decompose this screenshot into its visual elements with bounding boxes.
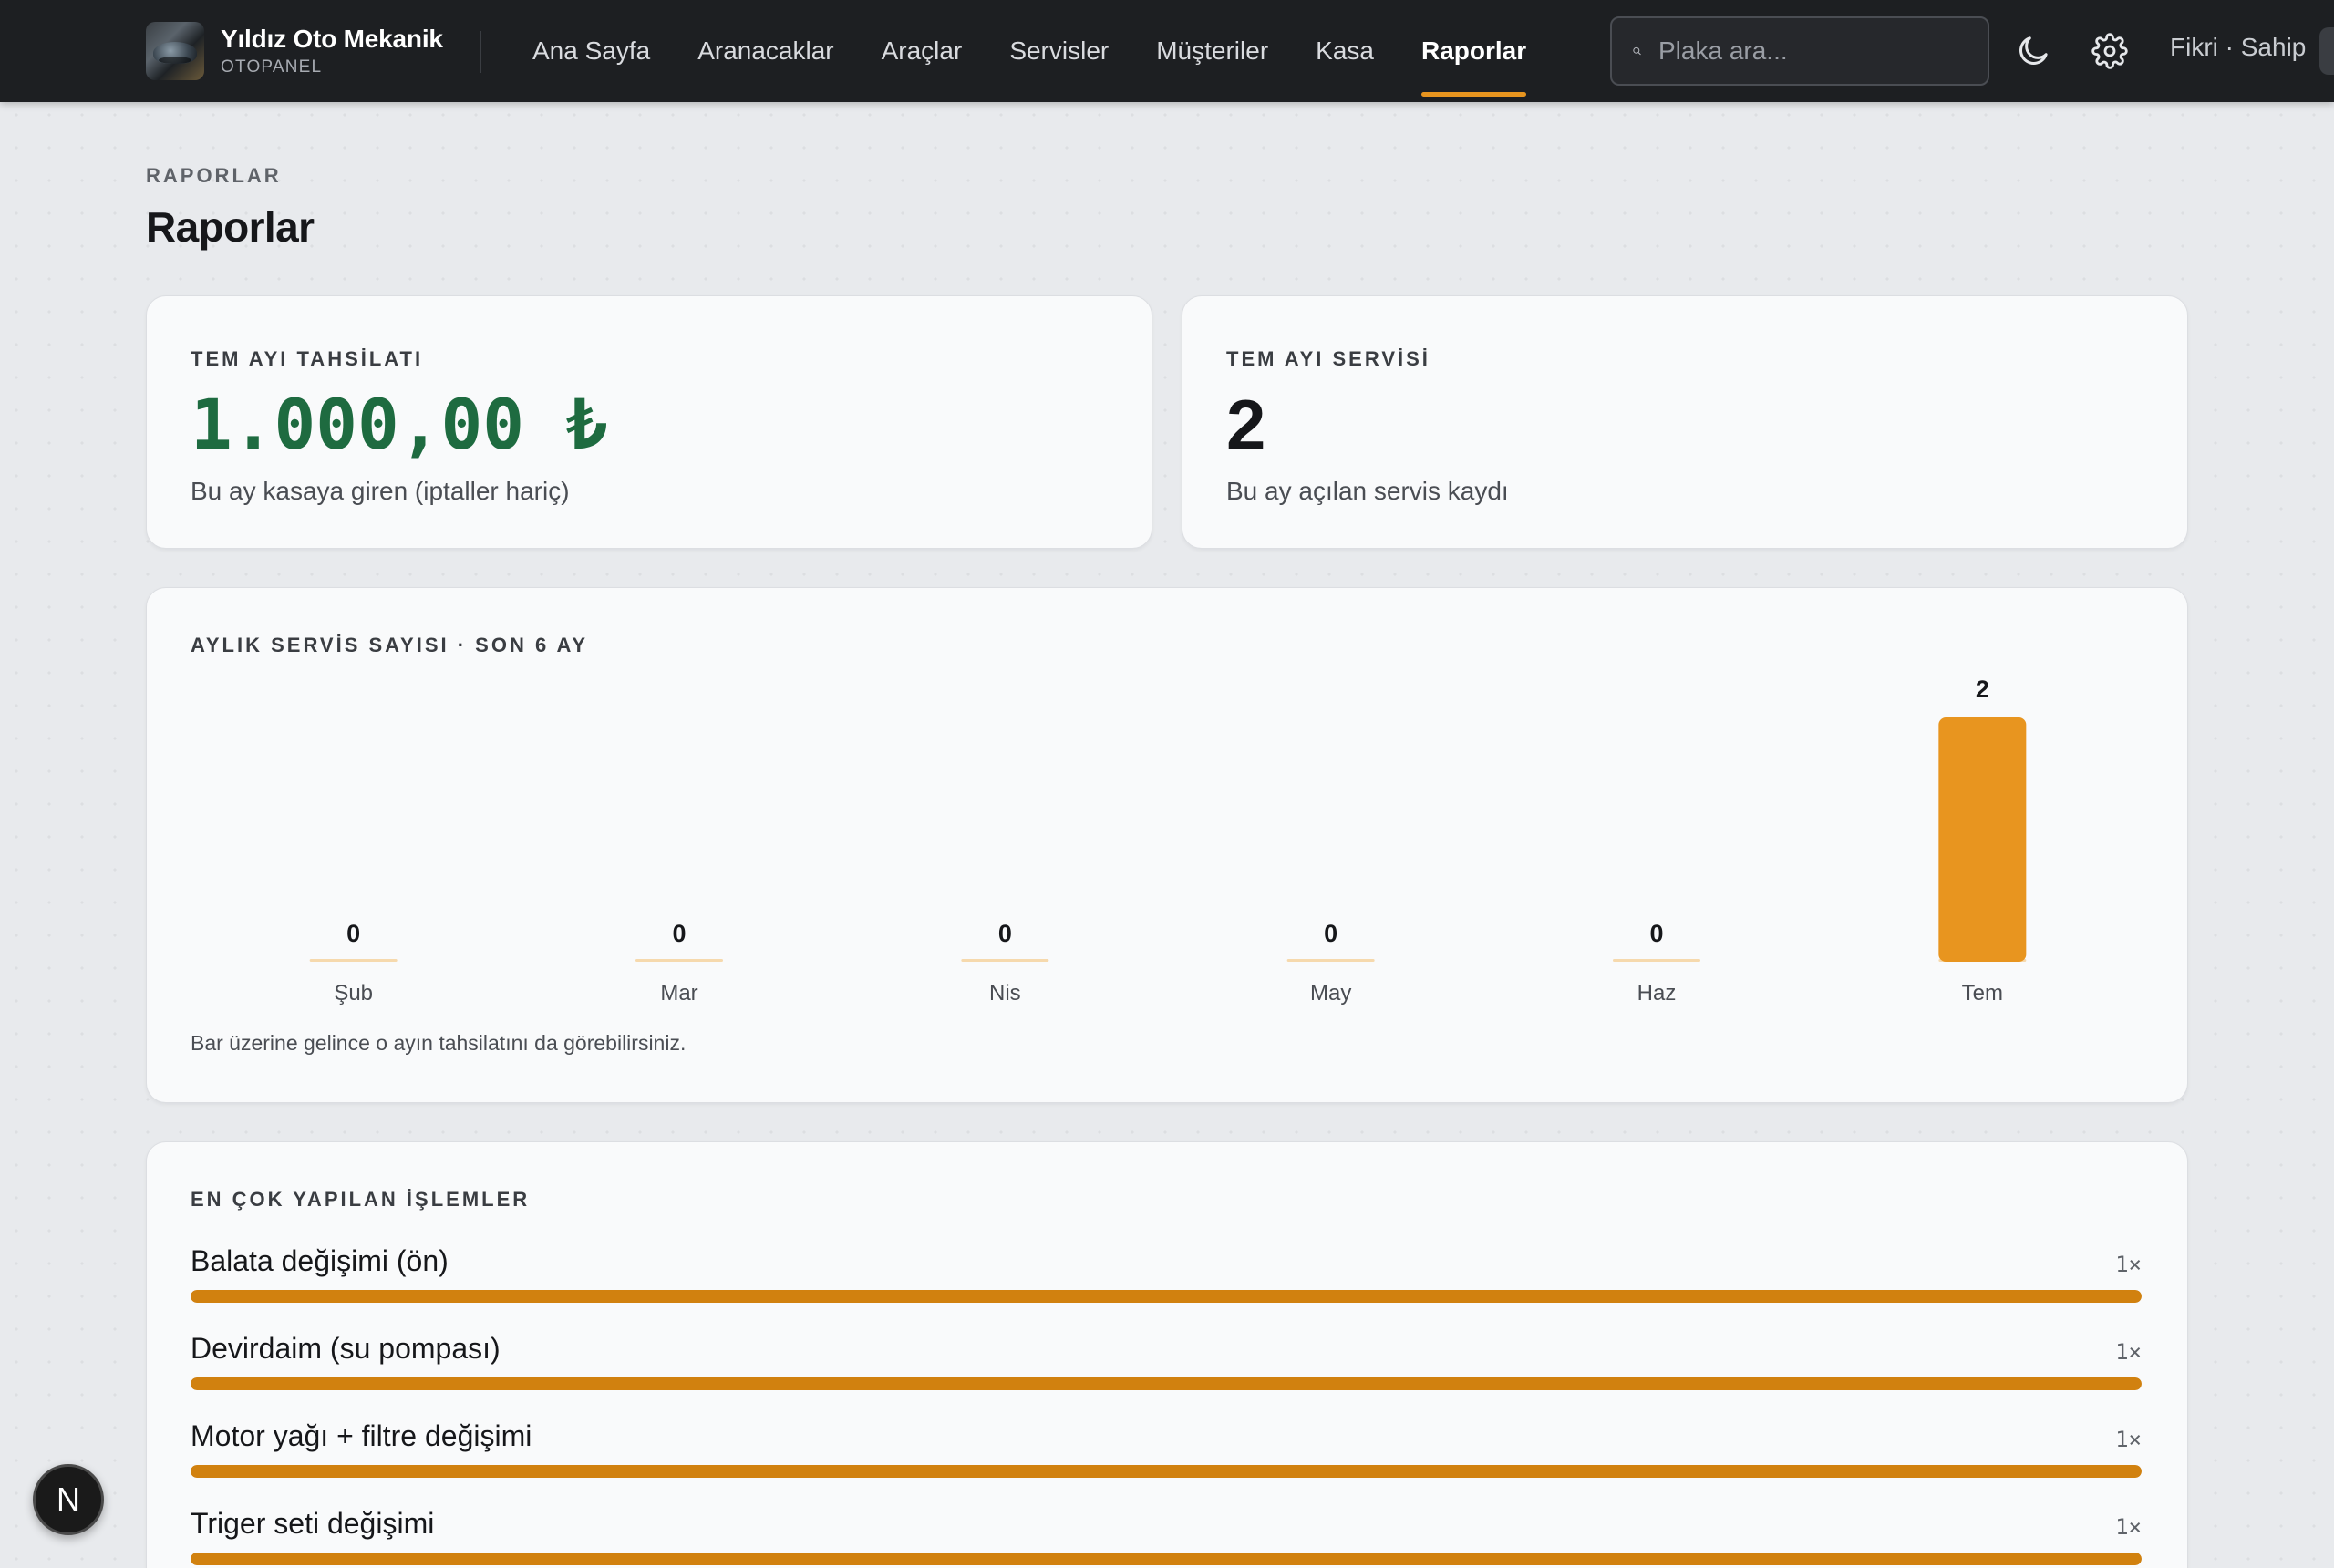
chart-value-label: 0	[346, 920, 360, 947]
nav-item-kasa[interactable]: Kasa	[1292, 0, 1398, 102]
navbar-divider	[480, 31, 481, 73]
operation-bar-fill	[191, 1465, 2142, 1478]
brand-name: Yıldız Oto Mekanik	[221, 25, 443, 53]
operation-count: 1×	[2115, 1427, 2142, 1452]
operation-name: Devirdaim (su pompası)	[191, 1332, 501, 1365]
nav-item-ana-sayfa[interactable]: Ana Sayfa	[509, 0, 674, 102]
monthly-collection-value: 1.000,00 ₺	[191, 384, 608, 465]
top-operations-list: Balata değişimi (ön) 1× Devirdaim (su pomp…	[191, 1244, 2142, 1568]
brand-text: Yıldız Oto Mekanik OTOPANEL	[221, 25, 443, 77]
brand-subtitle: OTOPANEL	[221, 57, 323, 77]
chart-value-label: 0	[672, 920, 686, 947]
operation-count: 1×	[2115, 1514, 2142, 1540]
operation-count: 1×	[2115, 1252, 2142, 1277]
chart-bar-baseline	[309, 959, 398, 962]
chart-bar-baseline	[635, 959, 723, 962]
moon-icon	[2019, 36, 2048, 65]
search-icon	[1633, 46, 1641, 56]
dev-tools-badge-label: N	[57, 1480, 80, 1518]
operation-bar-fill	[191, 1553, 2142, 1565]
brand[interactable]: Yıldız Oto Mekanik OTOPANEL	[146, 20, 443, 82]
nav-item-aranacaklar[interactable]: Aranacaklar	[674, 0, 857, 102]
chart-category-label: Mar	[660, 981, 697, 1006]
chart-value-label: 0	[1324, 920, 1337, 947]
monthly-service-value: 2	[1226, 385, 1266, 465]
operation-name: Balata değişimi (ön)	[191, 1244, 449, 1277]
chart-value-label: 0	[998, 920, 1012, 947]
dev-tools-badge[interactable]: N	[33, 1464, 104, 1535]
operation-count: 1×	[2115, 1339, 2142, 1365]
monthly-service-label: TEM AYI SERVİSİ	[1226, 347, 1430, 370]
operation-bar-track	[191, 1553, 2142, 1565]
chart-value-label: 0	[1649, 920, 1663, 947]
chart-category-label: Tem	[1962, 981, 2003, 1006]
operation-name: Motor yağı + filtre değişimi	[191, 1419, 532, 1452]
bar-chart: 0 Şub 0 Mar 0 Nis 0 May 0 Haz 2 Tem	[309, 676, 2027, 1006]
chart-bar[interactable]	[1938, 717, 2027, 962]
monthly-service-card: TEM AYI SERVİSİ 2 Bu ay açılan servis ka…	[1182, 295, 2188, 549]
plate-search[interactable]	[1610, 16, 1989, 86]
user-menu[interactable]: Fikri · Sahip	[2170, 33, 2306, 62]
chart-category-label: Şub	[334, 981, 373, 1006]
chart-hint: Bar üzerine gelince o ayın tahsilatını d…	[191, 1031, 687, 1055]
operation-row: Motor yağı + filtre değişimi 1×	[191, 1419, 2142, 1507]
top-operations-title: EN ÇOK YAPILAN İŞLEMLER	[191, 1188, 531, 1211]
operation-bar-fill	[191, 1377, 2142, 1390]
monthly-collection-desc: Bu ay kasaya giren (iptaller hariç)	[191, 477, 570, 505]
gear-icon	[2091, 33, 2128, 69]
brand-logo	[146, 22, 204, 80]
monthly-service-desc: Bu ay açılan servis kaydı	[1226, 477, 1509, 505]
operation-bar-track	[191, 1465, 2142, 1478]
operation-row: Devirdaim (su pompası) 1×	[191, 1332, 2142, 1419]
chart-category-label: May	[1310, 981, 1351, 1006]
plate-search-input[interactable]	[1658, 24, 1988, 78]
operation-row: Balata değişimi (ön) 1×	[191, 1244, 2142, 1332]
monthly-collection-label: TEM AYI TAHSİLATI	[191, 347, 424, 370]
logout-button[interactable]	[2319, 27, 2334, 75]
nav-item-raporlar[interactable]: Raporlar	[1398, 0, 1550, 102]
main-nav: Ana Sayfa Aranacaklar Araçlar Servisler …	[509, 0, 1550, 102]
page-title: Raporlar	[146, 203, 315, 251]
settings-button[interactable]	[2086, 27, 2133, 75]
top-navbar: Yıldız Oto Mekanik OTOPANEL Ana Sayfa Ar…	[0, 0, 2334, 102]
chart-category-label: Haz	[1637, 981, 1677, 1006]
nav-item-araclar[interactable]: Araçlar	[858, 0, 986, 102]
operation-bar-fill	[191, 1290, 2142, 1303]
chart-bar-baseline	[1286, 959, 1375, 962]
page-eyebrow: RAPORLAR	[146, 164, 282, 187]
operation-bar-track	[191, 1290, 2142, 1303]
monthly-service-chart-card: AYLIK SERVİS SAYISI · SON 6 AY 0 Şub 0 Mar 0…	[146, 587, 2188, 1103]
chart-bar-baseline	[1613, 959, 1700, 962]
operation-bar-track	[191, 1377, 2142, 1390]
top-operations-card: EN ÇOK YAPILAN İŞLEMLER Balata değişimi …	[146, 1141, 2188, 1568]
operation-name: Triger seti değişimi	[191, 1507, 435, 1540]
chart-category-label: Nis	[989, 981, 1021, 1006]
chart-value-label: 2	[1976, 676, 1989, 703]
monthly-collection-card: TEM AYI TAHSİLATI 1.000,00 ₺ Bu ay kasay…	[146, 295, 1152, 549]
nav-item-musteriler[interactable]: Müşteriler	[1132, 0, 1292, 102]
theme-toggle-button[interactable]	[2009, 27, 2057, 75]
nav-item-servisler[interactable]: Servisler	[986, 0, 1132, 102]
operation-row: Triger seti değişimi 1×	[191, 1507, 2142, 1568]
chart-bar-baseline	[961, 959, 1049, 962]
